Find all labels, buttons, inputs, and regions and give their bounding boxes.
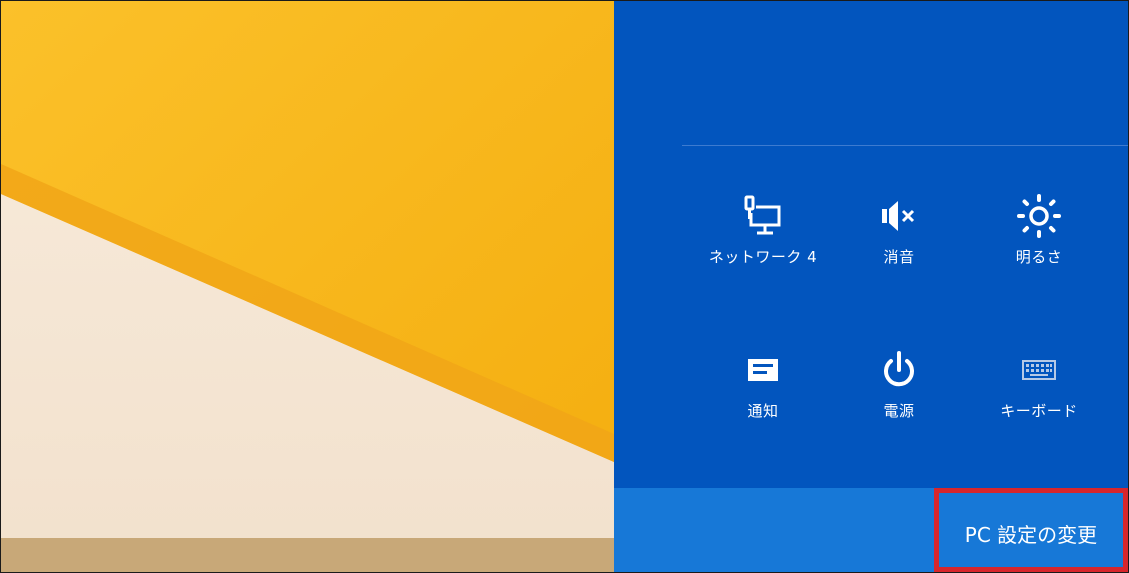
wallpaper-graphic xyxy=(1,1,614,572)
change-pc-settings-link[interactable]: PC 設定の変更 xyxy=(934,488,1128,572)
desktop-wallpaper xyxy=(1,1,614,572)
screenshot-frame: ネットワーク 4 消音 明るさ 通知 電源 キーボード PC 設定の変更 xyxy=(0,0,1129,573)
notifications-tile[interactable]: 通知 xyxy=(698,345,828,445)
change-pc-settings-label: PC 設定の変更 xyxy=(964,523,1098,547)
volume-muted-icon xyxy=(834,191,964,241)
brightness-label: 明るさ xyxy=(1015,248,1063,266)
keyboard-label: キーボード xyxy=(1000,402,1078,420)
volume-label: 消音 xyxy=(883,248,915,266)
network-tile[interactable]: ネットワーク 4 xyxy=(698,191,828,291)
charm-footer-bar: PC 設定の変更 xyxy=(614,488,1128,572)
keyboard-tile[interactable]: キーボード xyxy=(974,345,1104,445)
power-icon xyxy=(834,345,964,395)
notifications-label: 通知 xyxy=(747,402,779,420)
brightness-icon xyxy=(974,191,1104,241)
power-label: 電源 xyxy=(883,402,915,420)
brightness-tile[interactable]: 明るさ xyxy=(974,191,1104,291)
power-tile[interactable]: 電源 xyxy=(834,345,964,445)
volume-tile[interactable]: 消音 xyxy=(834,191,964,291)
notifications-icon xyxy=(698,345,828,395)
network-icon xyxy=(698,191,828,241)
keyboard-icon xyxy=(974,345,1104,395)
network-label: ネットワーク 4 xyxy=(708,248,818,266)
panel-divider xyxy=(682,145,1128,146)
settings-charm-panel: ネットワーク 4 消音 明るさ 通知 電源 キーボード PC 設定の変更 xyxy=(614,1,1128,572)
